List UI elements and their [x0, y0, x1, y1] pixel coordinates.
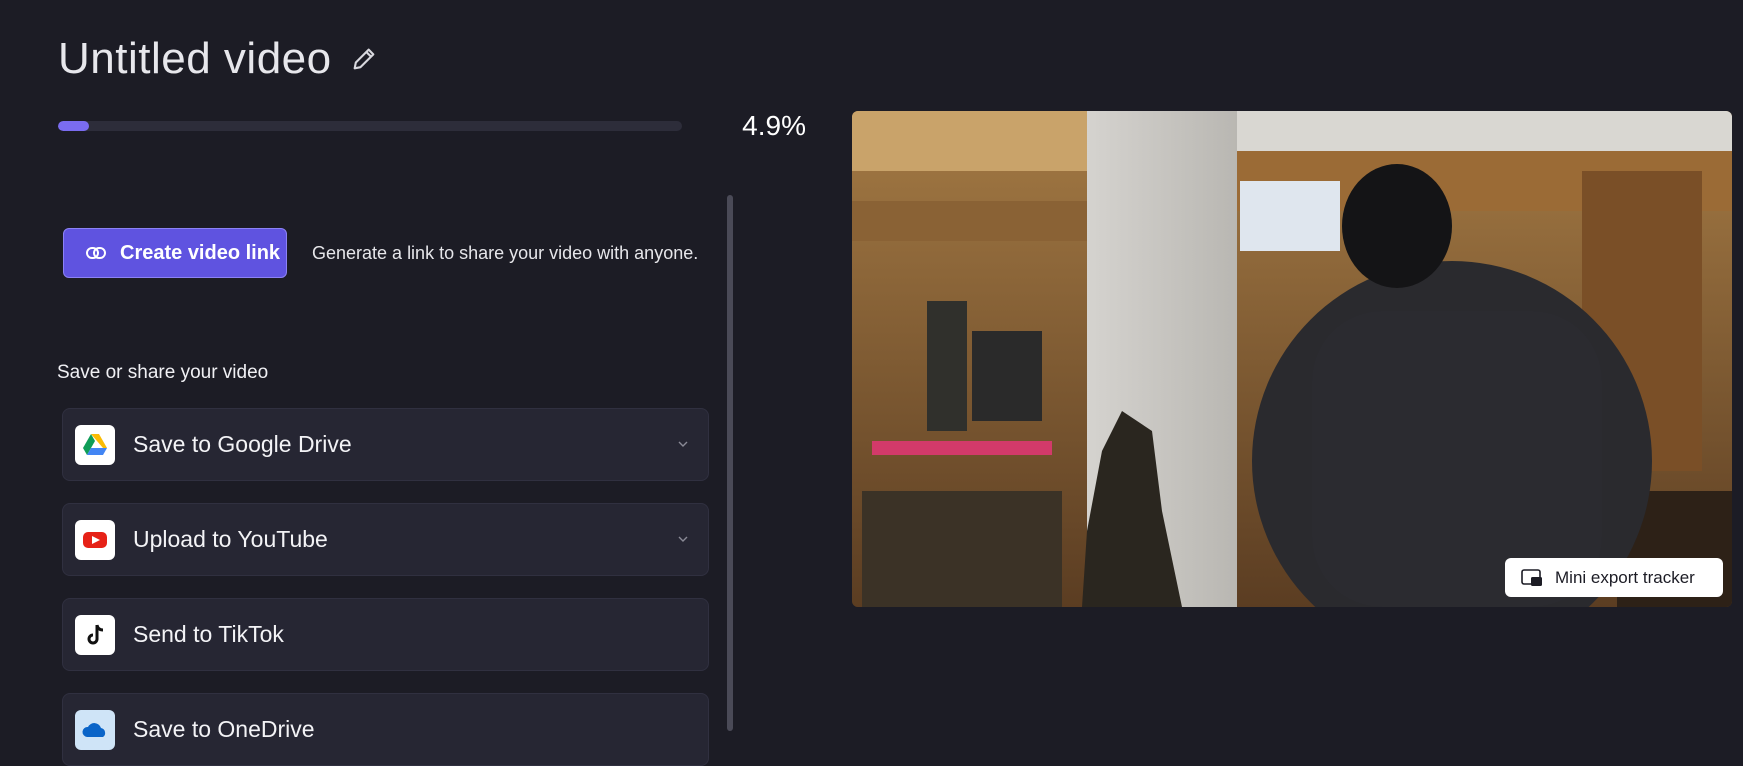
- google-drive-icon: [75, 424, 115, 465]
- link-icon: [86, 247, 106, 259]
- video-title-row: Untitled video: [58, 32, 378, 86]
- share-section-heading: Save or share your video: [57, 362, 269, 383]
- send-to-tiktok-label: Send to TikTok: [133, 621, 284, 647]
- mini-export-tracker-button[interactable]: Mini export tracker: [1505, 558, 1723, 597]
- upload-to-youtube-label: Upload to YouTube: [133, 526, 328, 552]
- export-progress-bar: [58, 121, 682, 131]
- video-title[interactable]: Untitled video: [58, 32, 332, 86]
- pencil-icon[interactable]: [350, 45, 378, 73]
- upload-to-youtube-item[interactable]: Upload to YouTube: [62, 503, 709, 576]
- picture-in-picture-icon: [1521, 568, 1542, 586]
- export-progress-fill: [58, 121, 89, 131]
- onedrive-icon: [75, 709, 115, 750]
- create-video-link-label: Create video link: [120, 241, 281, 264]
- send-to-tiktok-item[interactable]: Send to TikTok: [62, 598, 709, 671]
- export-progress-percent: 4.9%: [742, 110, 806, 141]
- save-to-onedrive-label: Save to OneDrive: [133, 716, 315, 742]
- video-preview-frame: [852, 111, 1732, 607]
- chevron-down-icon[interactable]: [678, 439, 688, 449]
- panel-scrollbar[interactable]: [727, 195, 733, 731]
- tiktok-icon: [75, 614, 115, 655]
- chevron-down-icon[interactable]: [678, 534, 688, 544]
- mini-export-tracker-label: Mini export tracker: [1555, 567, 1695, 587]
- youtube-icon: [75, 519, 115, 560]
- video-preview[interactable]: [852, 111, 1732, 607]
- create-video-link-button[interactable]: Create video link: [63, 228, 287, 278]
- create-video-link-description: Generate a link to share your video with…: [312, 243, 699, 263]
- save-to-onedrive-item[interactable]: Save to OneDrive: [62, 693, 709, 766]
- save-to-google-drive-item[interactable]: Save to Google Drive: [62, 408, 709, 481]
- save-to-google-drive-label: Save to Google Drive: [133, 431, 352, 457]
